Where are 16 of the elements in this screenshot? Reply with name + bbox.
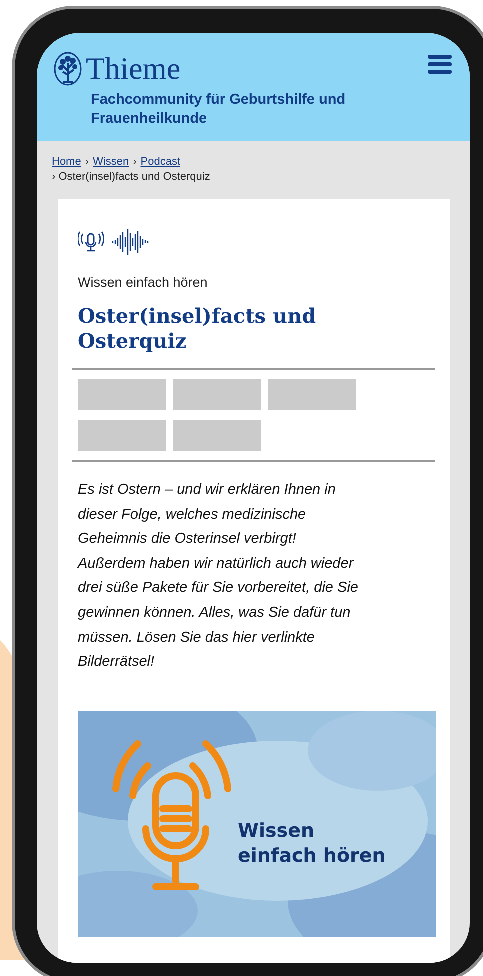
menu-icon[interactable] bbox=[428, 55, 452, 74]
breadcrumb-link[interactable]: Wissen bbox=[93, 156, 130, 168]
sound-wave-icon bbox=[110, 227, 150, 257]
tree-logo-icon bbox=[53, 51, 83, 87]
banner-text: einfach hören bbox=[238, 844, 386, 869]
breadcrumb-current: › Oster(insel)facts und Osterquiz bbox=[52, 170, 212, 185]
site-subtitle: Fachcommunity für Geburtshilfe und Frauenheilkunde bbox=[91, 91, 347, 129]
podcast-label: Wissen einfach hören bbox=[78, 275, 209, 290]
breadcrumb-separator: › bbox=[133, 156, 137, 168]
logo-text[interactable]: Thieme bbox=[86, 51, 181, 87]
breadcrumb-link[interactable]: Podcast bbox=[140, 156, 180, 168]
breadcrumb-separator: › bbox=[85, 156, 90, 168]
article-text: Es ist Ostern – und wir erklären Ihnen in dieser Folge, welches medizinische Geheimnis die Osterinsel verbirgt! Außerdem haben wir natürlich auch wieder drei süße Pakete für Sie vorbereitet, die Sie gewinnen können. Alles, was Sie dafür tun müssen. Lösen Sie das hier verlinkte Bilderrätsel! bbox=[78, 481, 360, 672]
breadcrumb-link[interactable]: Home bbox=[52, 156, 82, 168]
banner-text: Wissen bbox=[238, 818, 316, 844]
article-title: Oster(insel)facts und Osterquiz bbox=[78, 304, 318, 354]
